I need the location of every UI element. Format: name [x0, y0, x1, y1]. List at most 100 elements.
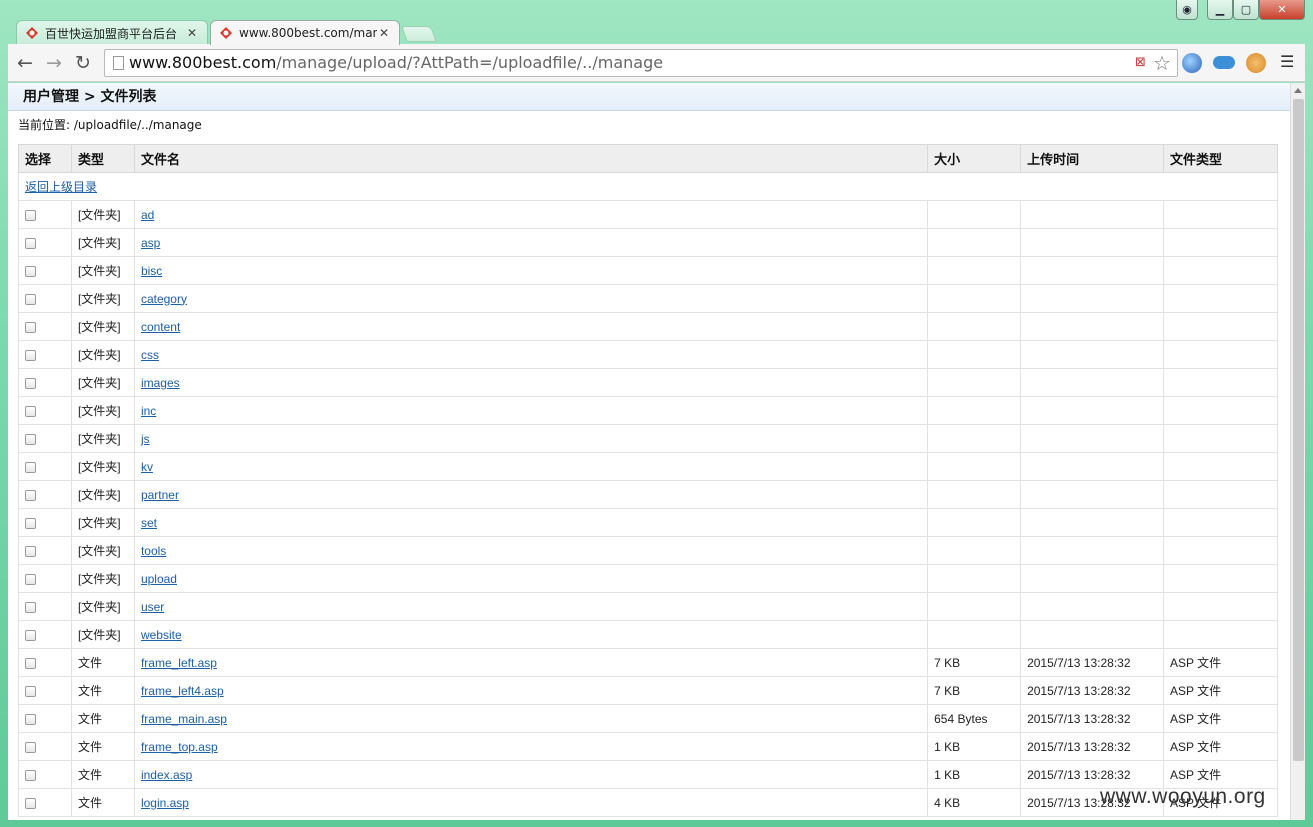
file-link[interactable]: login.asp — [141, 796, 189, 810]
row-upload-time — [1020, 340, 1165, 369]
row-checkbox[interactable] — [25, 293, 36, 305]
row-checkbox[interactable] — [25, 265, 36, 277]
tab-inactive[interactable]: 百世快运加盟商平台后台 ✕ — [16, 20, 208, 45]
row-checkbox-cell — [18, 592, 72, 621]
new-tab-button[interactable] — [401, 26, 437, 42]
table-header-row: 选择 类型 文件名 大小 上传时间 文件类型 — [18, 144, 1278, 173]
row-upload-time — [1020, 312, 1165, 341]
file-link[interactable]: asp — [141, 236, 160, 250]
maximize-button[interactable]: ▢ — [1233, 0, 1259, 20]
row-checkbox[interactable] — [25, 405, 36, 417]
file-link[interactable]: frame_main.asp — [141, 712, 227, 726]
arrow-left-icon[interactable]: ← — [14, 52, 36, 74]
file-link[interactable]: user — [141, 600, 164, 614]
row-checkbox[interactable] — [25, 545, 36, 557]
row-checkbox[interactable] — [25, 489, 36, 501]
reload-icon[interactable]: ↻ — [72, 52, 94, 74]
file-link[interactable]: partner — [141, 488, 179, 502]
row-type: [文件夹] — [70, 256, 135, 285]
row-checkbox[interactable] — [25, 321, 36, 333]
file-link[interactable]: js — [141, 432, 150, 446]
row-filename-cell: images — [133, 368, 929, 397]
row-checkbox[interactable] — [25, 433, 36, 445]
url-text[interactable]: www.800best.com/manage/upload/?AttPath=/… — [129, 50, 663, 76]
file-link[interactable]: upload — [141, 572, 177, 586]
row-filename-cell: content — [133, 312, 929, 341]
user-icon[interactable]: ◉ — [1176, 0, 1198, 20]
row-type: [文件夹] — [70, 200, 135, 229]
file-link[interactable]: kv — [141, 460, 153, 474]
row-size: 654 Bytes — [927, 704, 1022, 733]
table-row: [文件夹] tools — [18, 536, 1278, 565]
table-row: [文件夹] js — [18, 424, 1278, 453]
row-checkbox[interactable] — [25, 377, 36, 389]
file-link[interactable]: tools — [141, 544, 166, 558]
tab-active[interactable]: www.800best.com/man ✕ — [210, 20, 400, 45]
globe-extension-icon[interactable] — [1182, 53, 1202, 73]
file-link[interactable]: inc — [141, 404, 156, 418]
row-checkbox[interactable] — [25, 657, 36, 669]
row-size — [927, 340, 1022, 369]
header-upload-time: 上传时间 — [1020, 144, 1165, 173]
row-checkbox[interactable] — [25, 517, 36, 529]
row-checkbox[interactable] — [25, 685, 36, 697]
file-link[interactable]: index.asp — [141, 768, 192, 782]
browser-toolbar: ← → ↻ www.800best.com/manage/upload/?Att… — [8, 44, 1305, 82]
menu-icon[interactable]: ☰ — [1280, 54, 1296, 70]
row-checkbox[interactable] — [25, 629, 36, 641]
file-link[interactable]: set — [141, 516, 157, 530]
row-checkbox[interactable] — [25, 741, 36, 753]
row-upload-time — [1020, 228, 1165, 257]
file-link[interactable]: images — [141, 376, 180, 390]
row-file-type: ASP 文件 — [1163, 704, 1278, 733]
address-bar[interactable]: www.800best.com/manage/upload/?AttPath=/… — [104, 49, 1178, 77]
file-link[interactable]: bisc — [141, 264, 162, 278]
header-filename: 文件名 — [133, 144, 929, 173]
file-link[interactable]: ad — [141, 208, 154, 222]
row-file-type — [1163, 228, 1278, 257]
file-link[interactable]: css — [141, 348, 159, 362]
file-link[interactable]: category — [141, 292, 187, 306]
row-filename-cell: user — [133, 592, 929, 621]
row-checkbox[interactable] — [25, 573, 36, 585]
file-link[interactable]: website — [141, 628, 182, 642]
row-size: 7 KB — [927, 648, 1022, 677]
table-row: [文件夹] user — [18, 592, 1278, 621]
minimize-button[interactable]: ▁ — [1207, 0, 1233, 20]
row-upload-time — [1020, 592, 1165, 621]
file-link[interactable]: frame_left4.asp — [141, 684, 224, 698]
row-checkbox[interactable] — [25, 461, 36, 473]
cookie-extension-icon[interactable] — [1246, 53, 1266, 73]
row-upload-time — [1020, 284, 1165, 313]
row-checkbox[interactable] — [25, 237, 36, 249]
window-close-button[interactable]: ✕ — [1259, 0, 1305, 20]
parent-dir-link[interactable]: 返回上级目录 — [25, 180, 97, 194]
close-icon[interactable]: ✕ — [377, 26, 391, 40]
row-checkbox[interactable] — [25, 349, 36, 361]
row-upload-time: 2015/7/13 13:28:32 — [1020, 732, 1165, 761]
star-icon[interactable]: ☆ — [1153, 51, 1171, 75]
scrollbar-thumb[interactable] — [1293, 99, 1304, 761]
row-filename-cell: frame_left4.asp — [133, 676, 929, 705]
row-checkbox[interactable] — [25, 713, 36, 725]
row-checkbox[interactable] — [25, 601, 36, 613]
row-checkbox-cell — [18, 480, 72, 509]
row-file-type — [1163, 480, 1278, 509]
file-link[interactable]: content — [141, 320, 180, 334]
row-checkbox-cell — [18, 508, 72, 537]
scroll-up-icon[interactable] — [1294, 88, 1302, 93]
row-checkbox[interactable] — [25, 209, 36, 221]
close-icon[interactable]: ✕ — [185, 26, 199, 40]
row-checkbox[interactable] — [25, 797, 36, 809]
vertical-scrollbar[interactable] — [1290, 83, 1305, 820]
row-checkbox[interactable] — [25, 769, 36, 781]
file-link[interactable]: frame_top.asp — [141, 740, 218, 754]
file-link[interactable]: frame_left.asp — [141, 656, 217, 670]
row-size — [927, 536, 1022, 565]
row-file-type: ASP 文件 — [1163, 676, 1278, 705]
row-checkbox-cell — [18, 256, 72, 285]
cloud-extension-icon[interactable] — [1213, 56, 1235, 69]
blocked-content-icon[interactable]: ⊠ — [1135, 56, 1149, 70]
arrow-right-icon[interactable]: → — [43, 52, 65, 74]
row-checkbox-cell — [18, 704, 72, 733]
